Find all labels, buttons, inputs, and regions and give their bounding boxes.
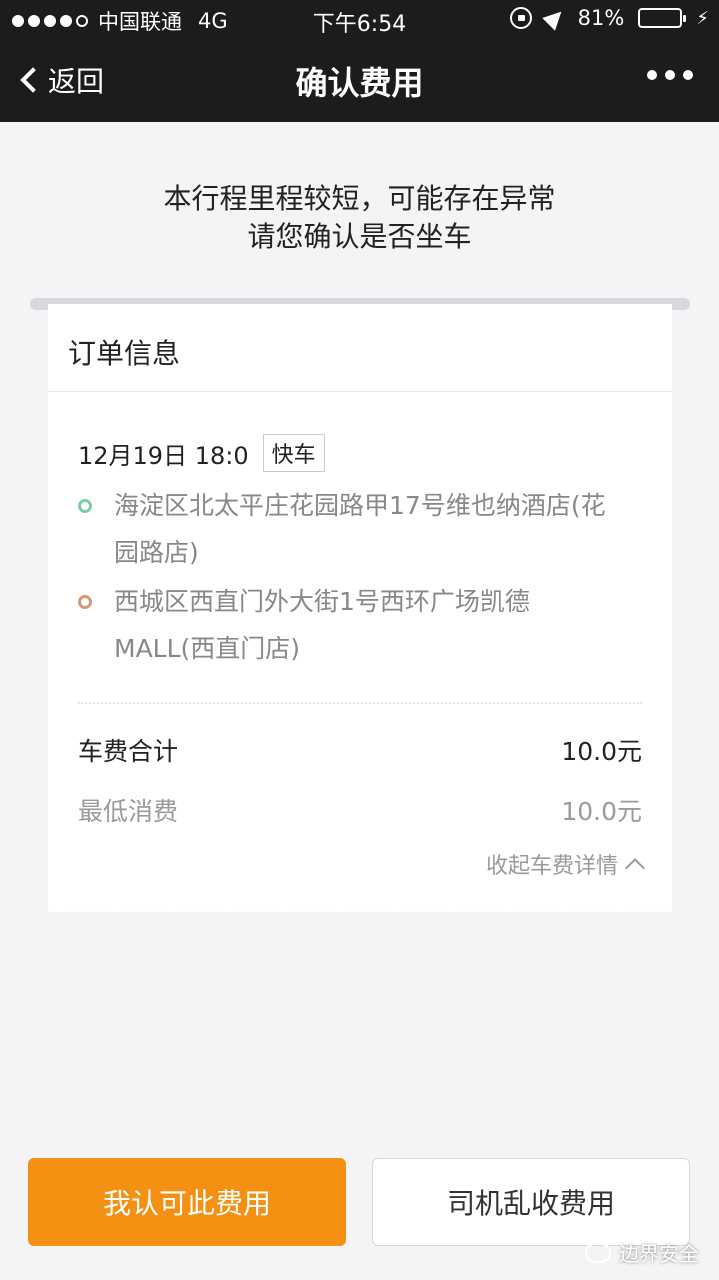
top-bar: 中国联通 4G 下午6:54 81% ⚡ 返回 确认费用 xyxy=(0,0,719,122)
receipt-scalloped-edge xyxy=(48,904,672,918)
battery-icon xyxy=(638,8,687,28)
fare-min-row: 最低消费 10.0元 xyxy=(78,792,642,828)
dropoff-line-2: MALL(西直门店) xyxy=(114,634,301,663)
fare-total-label: 车费合计 xyxy=(78,737,179,766)
nav-bar: 返回 确认费用 xyxy=(0,40,719,122)
battery-percent: 81% xyxy=(577,6,625,30)
more-dot-icon xyxy=(665,70,675,80)
location-arrow-icon xyxy=(541,5,568,31)
order-card-title: 订单信息 xyxy=(48,304,672,392)
page-title: 确认费用 xyxy=(295,64,424,102)
fare-min-value: 10.0元 xyxy=(561,797,642,826)
dropoff-line-1: 西城区西直门外大街1号西环广场凯德 xyxy=(114,587,530,616)
fare-total-row: 车费合计 10.0元 xyxy=(78,732,642,768)
accept-fee-button[interactable]: 我认可此费用 xyxy=(28,1158,346,1246)
pickup-dot-icon xyxy=(78,499,92,513)
more-dot-icon xyxy=(647,70,657,80)
more-menu-button[interactable] xyxy=(647,70,693,80)
fare-min-label: 最低消费 xyxy=(78,797,179,826)
status-bar: 中国联通 4G 下午6:54 81% ⚡ xyxy=(0,0,719,40)
wechat-icon xyxy=(585,1242,611,1263)
watermark-text: 边界安全 xyxy=(619,1242,699,1266)
collapse-fare-details-label: 收起车费详情 xyxy=(485,854,618,879)
screen: 中国联通 4G 下午6:54 81% ⚡ 返回 确认费用 本行程里程较短，可能存… xyxy=(0,0,719,1280)
more-dot-icon xyxy=(683,70,693,80)
report-overcharge-button[interactable]: 司机乱收费用 xyxy=(372,1158,690,1246)
dropoff-dot-icon xyxy=(78,595,92,609)
order-datetime: 12月19日 18:0 xyxy=(78,441,249,470)
order-datetime-row: 12月19日 18:0 快车 xyxy=(78,434,325,472)
rotation-lock-icon xyxy=(509,7,532,29)
dropoff-address: 西城区西直门外大街1号西环广场凯德 MALL(西直门店) xyxy=(78,578,648,672)
pickup-line-1: 海淀区北太平庄花园路甲17号维也纳酒店(花 xyxy=(114,491,606,520)
chevron-up-icon xyxy=(625,858,645,878)
ride-type-badge: 快车 xyxy=(262,434,325,472)
charging-icon: ⚡ xyxy=(696,7,709,29)
action-buttons: 我认可此费用 司机乱收费用 xyxy=(28,1158,690,1246)
fare-total-value: 10.0元 xyxy=(561,737,642,766)
order-card: 订单信息 12月19日 18:0 快车 海淀区北太平庄花园路甲17号维也纳酒店(… xyxy=(48,304,672,912)
status-right: 81% ⚡ xyxy=(509,5,709,31)
dotted-divider xyxy=(78,702,642,704)
collapse-fare-details-button[interactable]: 收起车费详情 xyxy=(485,848,645,880)
watermark: 边界安全 xyxy=(585,1238,699,1267)
pickup-address: 海淀区北太平庄花园路甲17号维也纳酒店(花 园路店) xyxy=(78,482,648,576)
pickup-line-2: 园路店) xyxy=(114,538,199,567)
warning-line-2: 请您确认是否坐车 xyxy=(247,220,472,253)
warning-line-1: 本行程里程较短，可能存在异常 xyxy=(163,182,556,215)
warning-message: 本行程里程较短，可能存在异常 请您确认是否坐车 xyxy=(0,180,719,256)
